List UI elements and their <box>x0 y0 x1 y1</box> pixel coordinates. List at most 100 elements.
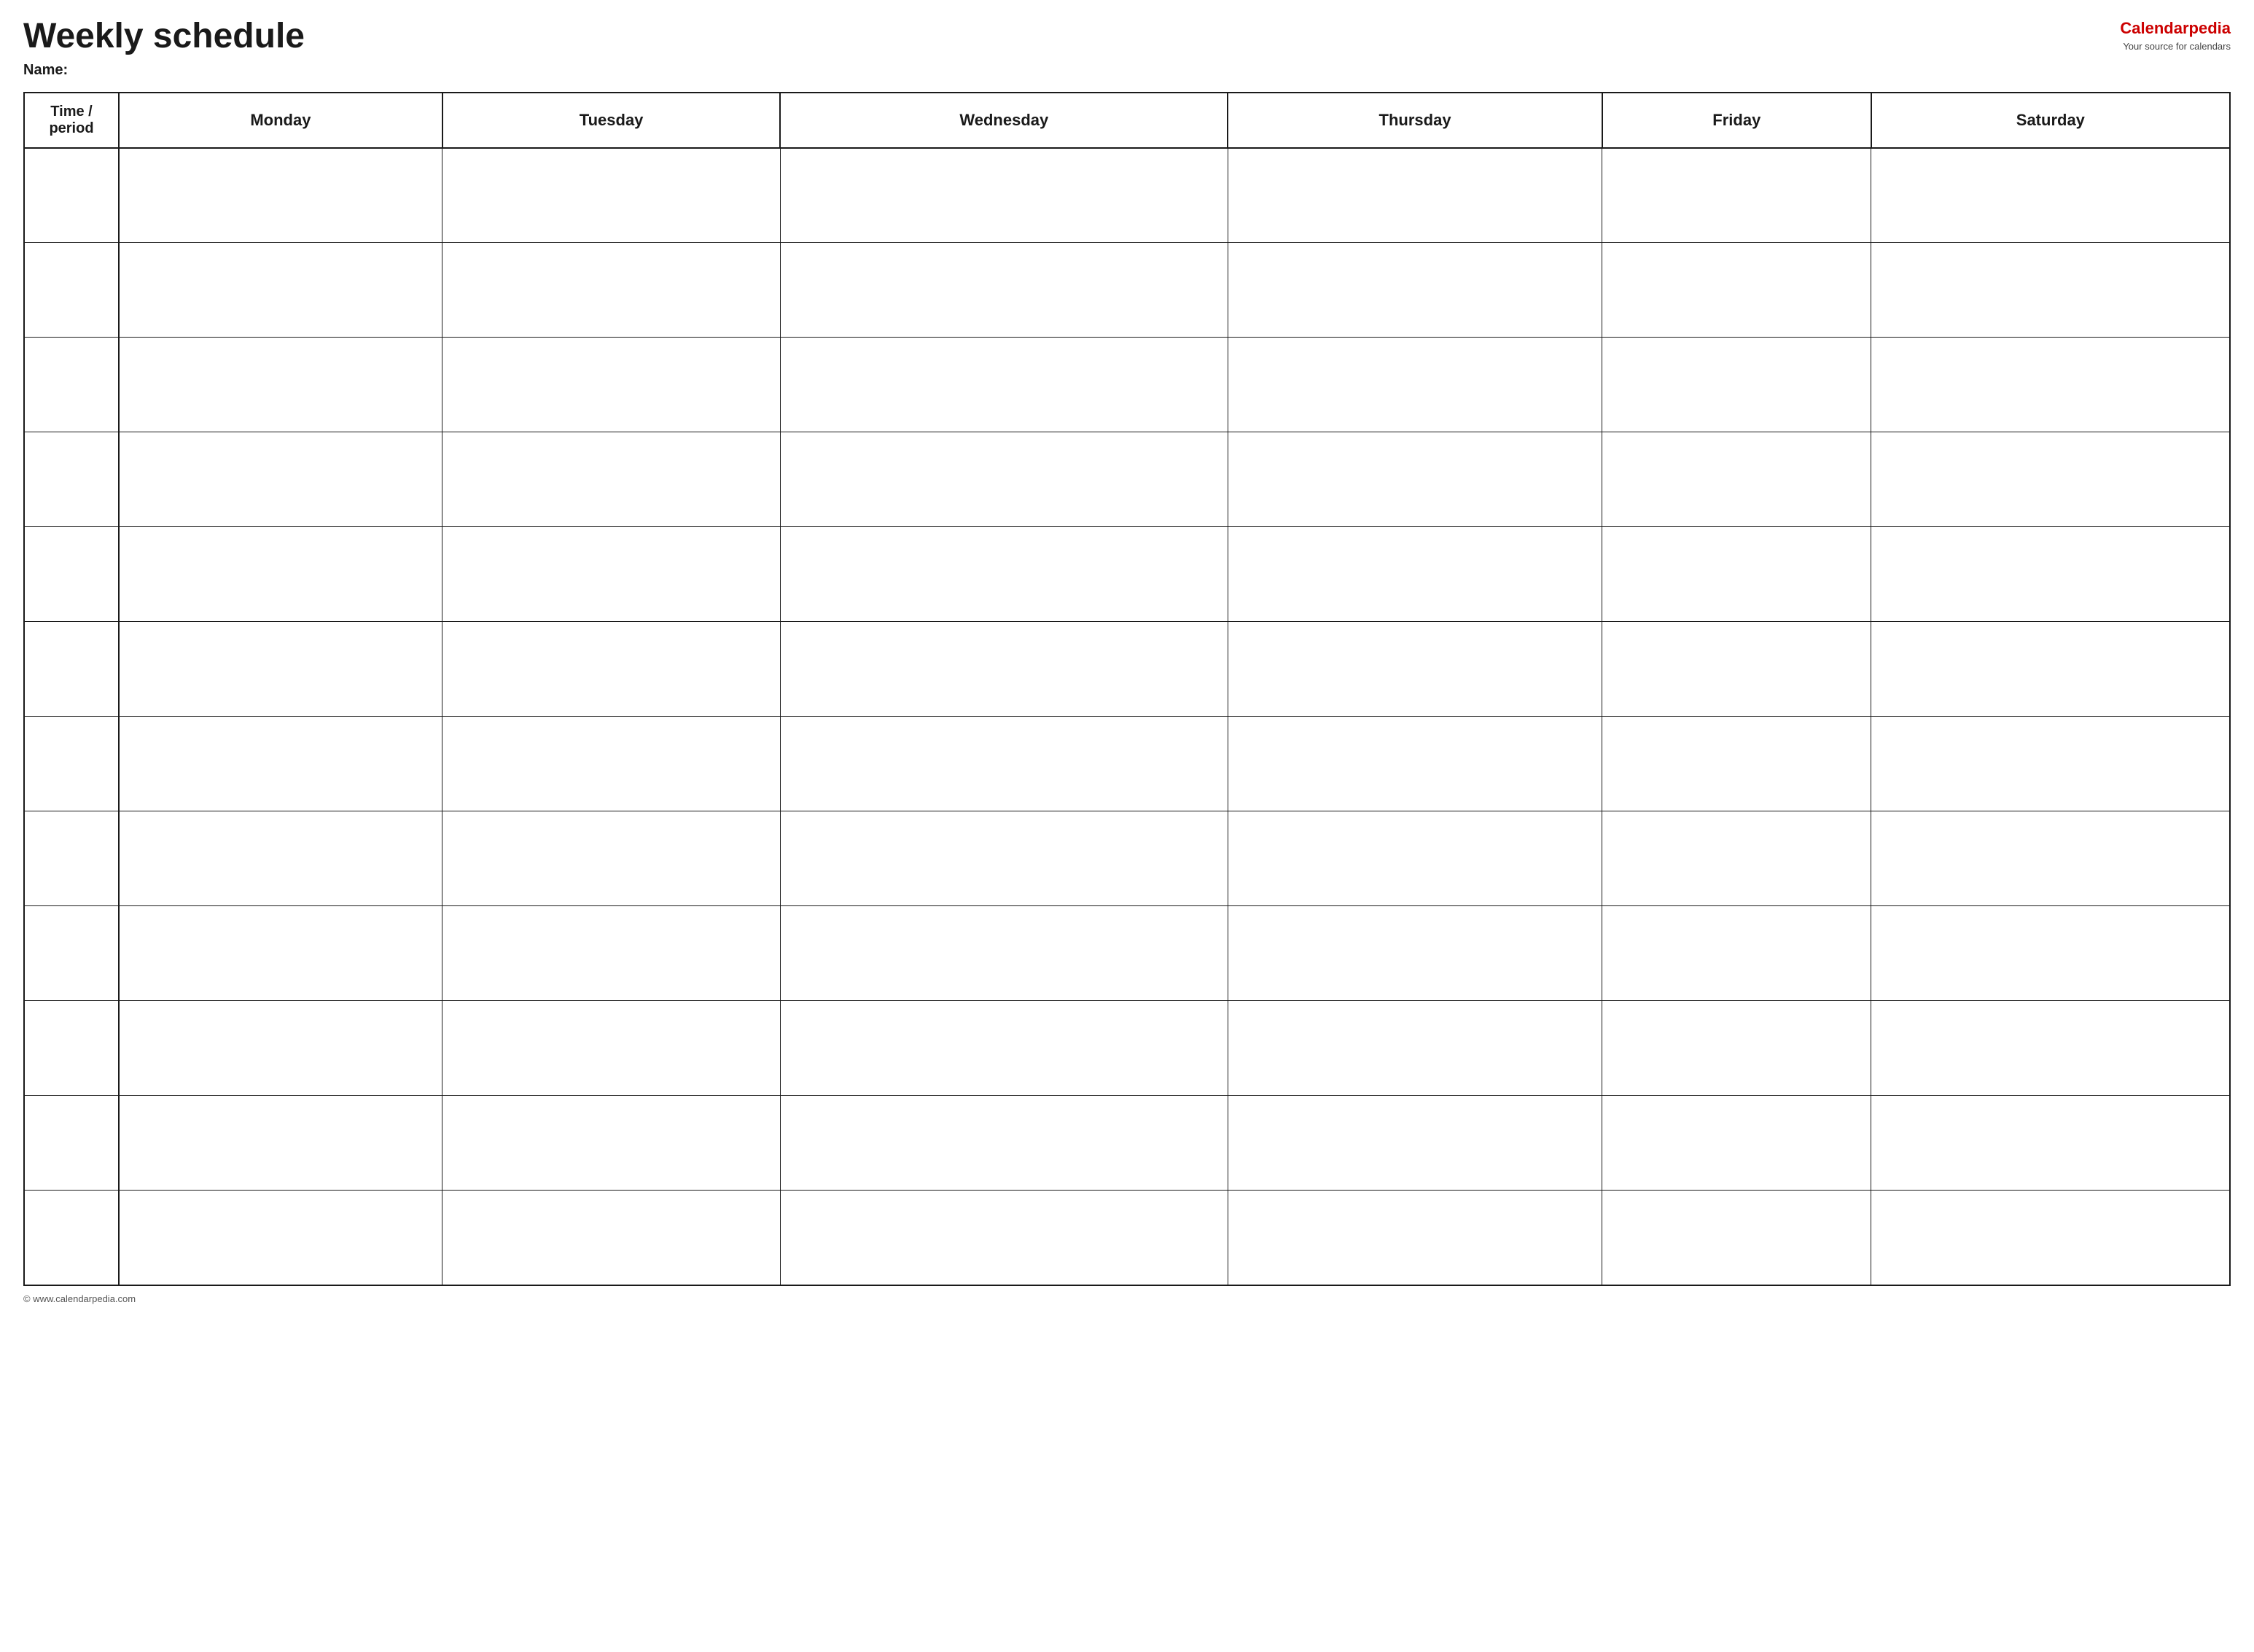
col-header-thursday: Thursday <box>1228 93 1602 148</box>
cell-tuesday[interactable] <box>442 811 781 906</box>
cell-friday[interactable] <box>1602 338 1871 432</box>
cell-friday[interactable] <box>1602 1191 1871 1285</box>
cell-monday[interactable] <box>119 717 442 811</box>
cell-monday[interactable] <box>119 338 442 432</box>
cell-tuesday[interactable] <box>442 906 781 1001</box>
cell-tuesday[interactable] <box>442 717 781 811</box>
table-row <box>24 811 2230 906</box>
table-row <box>24 338 2230 432</box>
time-cell[interactable] <box>24 243 119 338</box>
cell-monday[interactable] <box>119 1001 442 1096</box>
cell-monday[interactable] <box>119 243 442 338</box>
time-cell[interactable] <box>24 1001 119 1096</box>
cell-monday[interactable] <box>119 1191 442 1285</box>
time-cell[interactable] <box>24 1096 119 1191</box>
cell-thursday[interactable] <box>1228 717 1602 811</box>
time-cell[interactable] <box>24 432 119 527</box>
cell-tuesday[interactable] <box>442 622 781 717</box>
col-header-wednesday: Wednesday <box>780 93 1228 148</box>
table-row <box>24 717 2230 811</box>
cell-saturday[interactable] <box>1871 622 2230 717</box>
cell-friday[interactable] <box>1602 148 1871 243</box>
cell-thursday[interactable] <box>1228 1001 1602 1096</box>
cell-wednesday[interactable] <box>780 527 1228 622</box>
table-row <box>24 906 2230 1001</box>
table-row <box>24 1191 2230 1285</box>
cell-thursday[interactable] <box>1228 432 1602 527</box>
cell-saturday[interactable] <box>1871 1001 2230 1096</box>
cell-wednesday[interactable] <box>780 1096 1228 1191</box>
cell-tuesday[interactable] <box>442 1096 781 1191</box>
cell-monday[interactable] <box>119 432 442 527</box>
cell-tuesday[interactable] <box>442 338 781 432</box>
cell-saturday[interactable] <box>1871 1096 2230 1191</box>
cell-wednesday[interactable] <box>780 1191 1228 1285</box>
cell-friday[interactable] <box>1602 622 1871 717</box>
cell-wednesday[interactable] <box>780 432 1228 527</box>
table-row <box>24 527 2230 622</box>
page-header: Weekly schedule Calendarpedia Your sourc… <box>23 17 2231 56</box>
time-cell[interactable] <box>24 1191 119 1285</box>
footer: © www.calendarpedia.com <box>23 1293 2231 1304</box>
cell-thursday[interactable] <box>1228 1191 1602 1285</box>
cell-thursday[interactable] <box>1228 243 1602 338</box>
cell-wednesday[interactable] <box>780 243 1228 338</box>
cell-wednesday[interactable] <box>780 338 1228 432</box>
time-cell[interactable] <box>24 338 119 432</box>
cell-tuesday[interactable] <box>442 1001 781 1096</box>
logo-text: Calendarpedia <box>2120 17 2231 40</box>
cell-tuesday[interactable] <box>442 527 781 622</box>
cell-monday[interactable] <box>119 906 442 1001</box>
cell-tuesday[interactable] <box>442 432 781 527</box>
time-cell[interactable] <box>24 717 119 811</box>
cell-saturday[interactable] <box>1871 338 2230 432</box>
cell-wednesday[interactable] <box>780 1001 1228 1096</box>
cell-thursday[interactable] <box>1228 338 1602 432</box>
cell-monday[interactable] <box>119 622 442 717</box>
cell-wednesday[interactable] <box>780 811 1228 906</box>
cell-thursday[interactable] <box>1228 148 1602 243</box>
cell-friday[interactable] <box>1602 811 1871 906</box>
time-cell[interactable] <box>24 906 119 1001</box>
time-cell[interactable] <box>24 622 119 717</box>
time-cell[interactable] <box>24 811 119 906</box>
time-cell[interactable] <box>24 527 119 622</box>
cell-saturday[interactable] <box>1871 811 2230 906</box>
cell-thursday[interactable] <box>1228 527 1602 622</box>
cell-tuesday[interactable] <box>442 148 781 243</box>
cell-tuesday[interactable] <box>442 243 781 338</box>
cell-saturday[interactable] <box>1871 1191 2230 1285</box>
cell-friday[interactable] <box>1602 1096 1871 1191</box>
cell-monday[interactable] <box>119 148 442 243</box>
table-row <box>24 148 2230 243</box>
time-cell[interactable] <box>24 148 119 243</box>
cell-monday[interactable] <box>119 1096 442 1191</box>
cell-thursday[interactable] <box>1228 1096 1602 1191</box>
cell-saturday[interactable] <box>1871 717 2230 811</box>
cell-monday[interactable] <box>119 811 442 906</box>
cell-friday[interactable] <box>1602 243 1871 338</box>
cell-thursday[interactable] <box>1228 906 1602 1001</box>
cell-thursday[interactable] <box>1228 811 1602 906</box>
cell-wednesday[interactable] <box>780 906 1228 1001</box>
cell-saturday[interactable] <box>1871 432 2230 527</box>
cell-saturday[interactable] <box>1871 527 2230 622</box>
cell-wednesday[interactable] <box>780 148 1228 243</box>
cell-saturday[interactable] <box>1871 906 2230 1001</box>
cell-thursday[interactable] <box>1228 622 1602 717</box>
cell-friday[interactable] <box>1602 527 1871 622</box>
cell-monday[interactable] <box>119 527 442 622</box>
cell-wednesday[interactable] <box>780 717 1228 811</box>
schedule-body <box>24 148 2230 1285</box>
name-label: Name: <box>23 62 2231 79</box>
cell-wednesday[interactable] <box>780 622 1228 717</box>
cell-friday[interactable] <box>1602 906 1871 1001</box>
cell-friday[interactable] <box>1602 432 1871 527</box>
cell-saturday[interactable] <box>1871 148 2230 243</box>
table-row <box>24 243 2230 338</box>
cell-friday[interactable] <box>1602 717 1871 811</box>
cell-tuesday[interactable] <box>442 1191 781 1285</box>
footer-url: © www.calendarpedia.com <box>23 1293 136 1304</box>
cell-friday[interactable] <box>1602 1001 1871 1096</box>
cell-saturday[interactable] <box>1871 243 2230 338</box>
